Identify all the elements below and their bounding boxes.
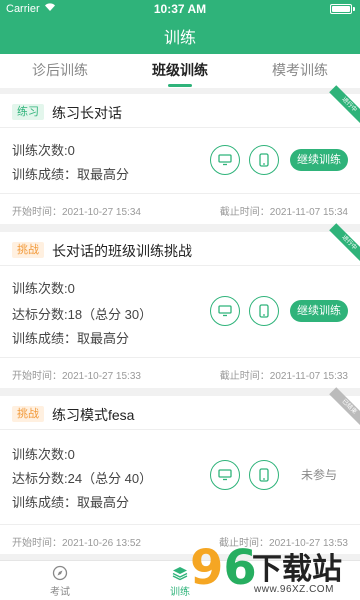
card-header: 挑战 长对话的班级训练挑战 进行中 (0, 223, 360, 266)
card-footer: 开始时间：2021-10-27 15:33 截止时间：2021-11-07 15… (0, 357, 360, 387)
mobile-button[interactable] (249, 296, 279, 326)
end-time: 截止时间：2021-11-07 15:33 (219, 371, 348, 382)
card-title: 练习长对话 (52, 105, 122, 121)
nav-label: 考试 (50, 587, 70, 598)
training-card[interactable]: 练习 练习长对话 进行中 训练次数:0 训练成绩：取最高分 继续训练 开始时间：… (0, 85, 360, 224)
status-ribbon: 进行中 (329, 85, 360, 125)
card-header: 挑战 练习模式fesa 已结束 (0, 387, 360, 430)
pass-score: 达标分数:24（总分 40） (12, 471, 153, 486)
pc-button[interactable] (210, 296, 240, 326)
training-count: 训练次数:0 (12, 447, 75, 462)
start-time: 开始时间：2021-10-27 15:34 (12, 207, 141, 218)
card-tag: 挑战 (12, 406, 44, 422)
continue-training-button[interactable]: 继续训练 (290, 149, 348, 171)
status-ribbon: 已结束 (329, 387, 360, 427)
status-time: 10:37 AM (153, 2, 207, 16)
tab-active-indicator (168, 84, 192, 87)
status-bar: Carrier 10:37 AM (0, 0, 360, 18)
monitor-icon (218, 469, 232, 481)
monitor-icon (218, 305, 232, 317)
end-time: 截止时间：2021-11-07 15:34 (219, 207, 348, 218)
watermark-logo: 96 下载站 www.96XZ.COM (190, 540, 342, 596)
page-title: 训练 (163, 30, 196, 47)
training-card[interactable]: 挑战 长对话的班级训练挑战 进行中 训练次数:0 达标分数:18（总分 30） … (0, 223, 360, 388)
monitor-icon (218, 154, 232, 166)
not-participated-label: 未参与 (300, 468, 337, 482)
phone-icon (259, 304, 269, 318)
training-count: 训练次数:0 (12, 143, 75, 158)
nav-item-exam[interactable]: 考试 (0, 561, 120, 600)
training-score-rule: 训练成绩：取最高分 (12, 495, 130, 510)
training-score-rule: 训练成绩：取最高分 (12, 331, 130, 346)
card-title: 长对话的班级训练挑战 (52, 243, 192, 259)
tab-bar: 诊后训练 班级训练 模考训练 (0, 54, 360, 88)
phone-icon (259, 153, 269, 167)
card-header: 练习 练习长对话 进行中 (0, 85, 360, 128)
tab-mock-exam[interactable]: 模考训练 (240, 54, 360, 88)
start-time: 开始时间：2021-10-27 15:33 (12, 371, 141, 382)
card-tag: 挑战 (12, 242, 44, 258)
layers-icon (172, 567, 188, 581)
training-card[interactable]: 挑战 练习模式fesa 已结束 训练次数:0 达标分数:24（总分 40） 训练… (0, 387, 360, 554)
tab-post-diagnosis[interactable]: 诊后训练 (0, 54, 120, 88)
mobile-button[interactable] (249, 460, 279, 490)
phone-icon (259, 468, 269, 482)
start-time: 开始时间：2021-10-26 13:52 (12, 538, 141, 549)
pass-score: 达标分数:18（总分 30） (12, 307, 153, 322)
compass-icon (52, 565, 68, 581)
card-footer: 开始时间：2021-10-27 15:34 截止时间：2021-11-07 15… (0, 193, 360, 223)
battery-icon (330, 4, 352, 14)
card-title: 练习模式fesa (52, 407, 135, 423)
app-header: Carrier 10:37 AM 训练 (0, 0, 360, 54)
pc-button[interactable] (210, 145, 240, 175)
continue-training-button[interactable]: 继续训练 (290, 300, 348, 322)
status-ribbon: 进行中 (329, 223, 360, 263)
tab-class-training[interactable]: 班级训练 (120, 54, 240, 88)
card-tag: 练习 (12, 104, 44, 120)
pc-button[interactable] (210, 460, 240, 490)
training-score-rule: 训练成绩：取最高分 (12, 167, 130, 182)
training-count: 训练次数:0 (12, 281, 75, 296)
mobile-button[interactable] (249, 145, 279, 175)
